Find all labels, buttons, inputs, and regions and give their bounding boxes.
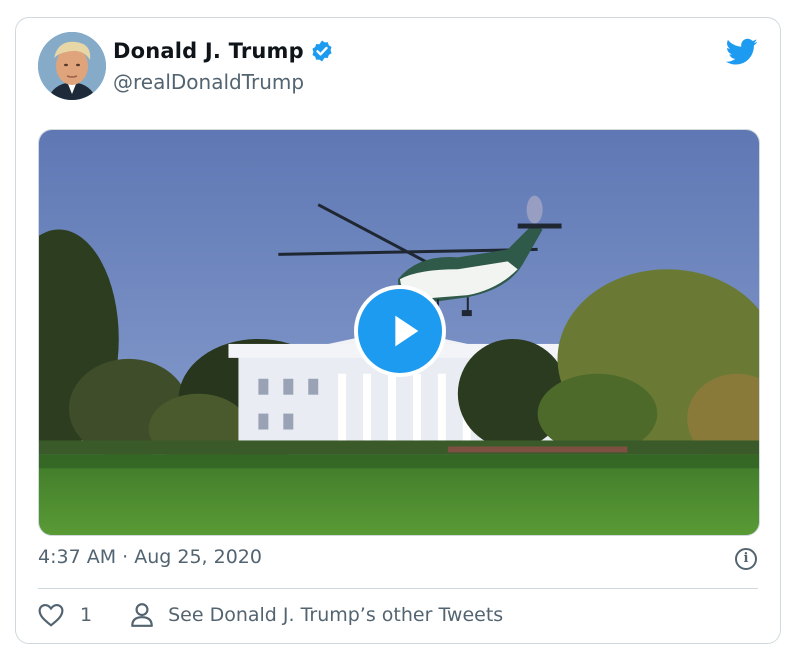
heart-icon — [38, 603, 64, 627]
tweet-timestamp[interactable]: 4:37 AM · Aug 25, 2020 — [38, 546, 262, 568]
like-count: 1 — [80, 604, 93, 626]
play-button[interactable] — [354, 285, 446, 377]
divider — [38, 588, 758, 589]
person-icon — [131, 603, 153, 627]
see-other-tweets-link[interactable]: See Donald J. Trump’s other Tweets — [130, 602, 503, 628]
display-name[interactable]: Donald J. Trump — [113, 39, 304, 63]
author-name-row[interactable]: Donald J. Trump — [113, 39, 334, 63]
video-media[interactable] — [38, 129, 760, 536]
author-handle[interactable]: @realDonaldTrump — [113, 70, 304, 94]
verified-badge-icon — [310, 39, 334, 63]
avatar[interactable] — [38, 32, 106, 100]
avatar-image — [38, 32, 106, 100]
info-icon[interactable]: i — [735, 548, 757, 570]
see-other-tweets-label: See Donald J. Trump’s other Tweets — [168, 604, 504, 626]
play-icon — [395, 315, 419, 347]
like-button[interactable]: 1 — [38, 603, 92, 627]
tweet-embed-card: Donald J. Trump @realDonaldTrump 4:37 AM… — [15, 17, 781, 644]
tweet-actions: 1 See Donald J. Trump’s other Tweets — [38, 602, 503, 628]
twitter-bird-icon[interactable] — [725, 38, 758, 66]
